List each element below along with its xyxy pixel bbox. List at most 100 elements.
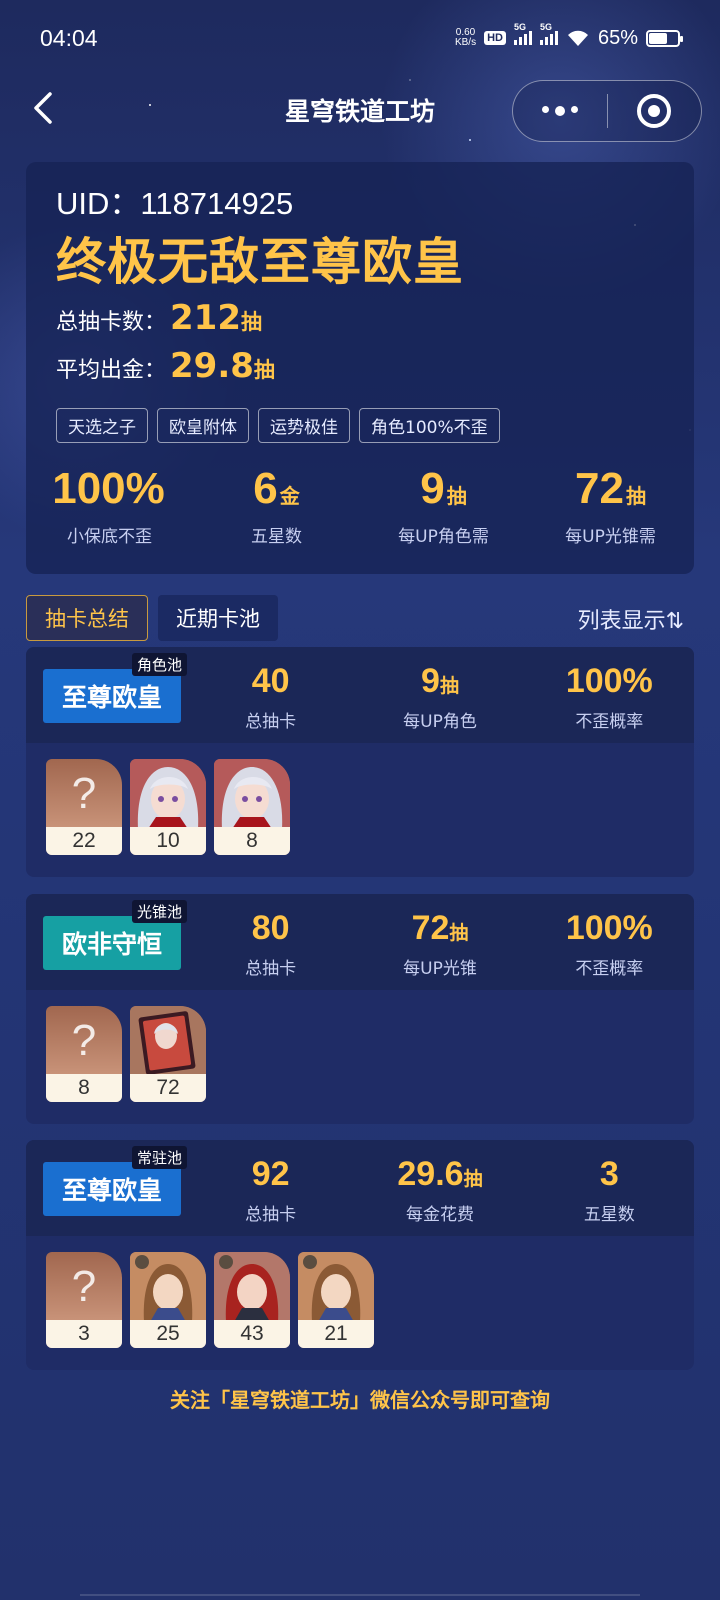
pool-stat-label: 每UP角色	[403, 712, 477, 732]
pool-stat: 40 总抽卡	[186, 661, 355, 732]
close-mini-program-icon[interactable]	[608, 94, 702, 128]
pool-card-character[interactable]: 至尊欧皇 角色池 40 总抽卡 9抽 每UP角色 100% 不歪概率 ? 22 10 8	[26, 647, 694, 877]
pool-stat-label: 每金花费	[405, 1205, 474, 1225]
signal-icon: 5G	[539, 22, 558, 45]
pool-stat-label: 五星数	[583, 1205, 635, 1225]
battery-percent: 65%	[597, 26, 638, 49]
pool-stats: 40 总抽卡 9抽每UP角色 100% 不歪概率	[186, 661, 694, 732]
draw-history: ? 8 72	[26, 990, 694, 1102]
five-star-draw-card[interactable]: 21	[298, 1252, 374, 1348]
pool-stats: 92 总抽卡 29.6抽每金花费 3 五星数	[186, 1154, 694, 1225]
network-speed: 0.60 KB/s	[455, 28, 476, 48]
pool-stat-label: 总抽卡	[245, 959, 297, 979]
total-draws-value: 212	[170, 298, 241, 338]
pool-stat: 3 五星数	[525, 1154, 694, 1225]
signal-type-label: 5G	[513, 22, 526, 32]
draw-history: ? 22 10 8	[26, 743, 694, 855]
pool-stat-label: 不歪概率	[575, 712, 644, 732]
character-brown-hair-portrait	[298, 1252, 374, 1322]
pool-stat-label: 不歪概率	[575, 959, 644, 979]
draw-count: 10	[130, 827, 206, 855]
summary-stat-label: 每UP角色需	[398, 527, 489, 547]
list-display-toggle[interactable]: 列表显示⇅	[578, 603, 684, 635]
draw-count: 3	[46, 1320, 122, 1348]
pool-stat-value: 40	[251, 662, 290, 700]
summary-stat-unit: 抽	[446, 486, 467, 508]
pool-header: 欧非守恒 光锥池 80 总抽卡 72抽 每UP光锥 100% 不歪概率	[26, 894, 694, 990]
pool-stat-value: 29.6	[397, 1155, 464, 1193]
pool-stat-label: 每UP光锥	[403, 959, 477, 979]
pool-type-label: 光锥池	[132, 900, 188, 923]
character-silver-hair-portrait	[130, 759, 206, 829]
tab-recent-pools[interactable]: 近期卡池	[158, 595, 278, 641]
summary-stat: 6金 五星数	[193, 462, 360, 547]
draw-count: 72	[130, 1074, 206, 1102]
pool-stats: 80 总抽卡 72抽 每UP光锥 100% 不歪概率	[186, 908, 694, 979]
total-draws-label: 总抽卡数：	[56, 310, 167, 335]
mini-program-capsule	[512, 80, 702, 142]
average-gold: 平均出金： 29.8抽	[56, 346, 275, 386]
more-options-icon[interactable]	[513, 106, 607, 116]
pool-stat: 100% 不歪概率	[525, 661, 694, 732]
unknown-draw-card[interactable]: ? 22	[46, 759, 122, 855]
character-brown-hair-portrait	[130, 1252, 206, 1322]
pool-stat: 80 总抽卡	[186, 908, 355, 979]
status-bar: 04:04 0.60 KB/s HD 5G 5G 65%	[0, 0, 720, 76]
network-speed-unit: KB/s	[454, 37, 477, 48]
tab-draw-summary[interactable]: 抽卡总结	[26, 595, 148, 641]
pool-stat-value: 100%	[565, 909, 653, 947]
draw-history: ? 3 25 43 21	[26, 1236, 694, 1348]
unknown-draw-card[interactable]: ? 8	[46, 1006, 122, 1102]
pool-rating-badge: 至尊欧皇	[43, 1162, 181, 1216]
pool-header: 至尊欧皇 角色池 40 总抽卡 9抽 每UP角色 100% 不歪概率	[26, 647, 694, 743]
footer-notice: 关注「星穹铁道工坊」微信公众号即可查询	[170, 1388, 550, 1412]
tag: 角色100%不歪	[359, 408, 500, 443]
pool-type-label: 角色池	[132, 653, 188, 676]
summary-stat: 72 抽 每UP光锥需	[527, 462, 694, 547]
pool-stat-unit: 抽	[449, 923, 469, 944]
pool-card-light-cone[interactable]: 欧非守恒 光锥池 80 总抽卡 72抽 每UP光锥 100% 不歪概率 ? 8 72	[26, 894, 694, 1124]
pool-stat: 92 总抽卡	[186, 1154, 355, 1225]
tag: 天选之子	[56, 408, 148, 443]
bottom-edge	[80, 1594, 640, 1600]
draw-count: 8	[46, 1074, 122, 1102]
five-star-draw-card[interactable]: 72	[130, 1006, 206, 1102]
summary-stat-label: 五星数	[251, 527, 302, 547]
character-silver-hair-portrait	[214, 759, 290, 829]
pool-stat: 9抽每UP角色	[355, 661, 524, 732]
total-draws-unit: 抽	[241, 310, 262, 334]
five-star-draw-card[interactable]: 8	[214, 759, 290, 855]
unknown-draw-card[interactable]: ? 3	[46, 1252, 122, 1348]
summary-stat: 9抽 每UP角色需	[360, 462, 527, 547]
pool-stat-value: 9	[421, 662, 440, 700]
pool-stat: 72抽 每UP光锥	[355, 908, 524, 979]
tag: 运势极佳	[258, 408, 350, 443]
signal-type-label: 5G	[539, 22, 552, 32]
pool-stat-unit: 抽	[439, 676, 459, 697]
draw-count: 21	[298, 1320, 374, 1348]
summary-stat-unit: 抽	[625, 486, 646, 508]
question-mark-icon: ?	[71, 769, 97, 818]
five-star-draw-card[interactable]: 43	[214, 1252, 290, 1348]
pool-stat: 100% 不歪概率	[525, 908, 694, 979]
pool-type-label: 常驻池	[132, 1146, 188, 1169]
pool-card-standard[interactable]: 至尊欧皇 常驻池 92 总抽卡 29.6抽 每金花费 3 五星数 ? 3 25 43 21	[26, 1140, 694, 1370]
summary-stat-unit: 金	[279, 486, 300, 508]
clock: 04:04	[40, 24, 98, 51]
signal-icon: 5G	[513, 22, 532, 45]
pool-stat-unit: 抽	[463, 1169, 483, 1190]
uid-label: UID：	[56, 186, 141, 221]
draw-count: 22	[46, 827, 122, 855]
battery-icon	[646, 29, 683, 47]
average-gold-unit: 抽	[253, 358, 275, 382]
summary-stat-value: 6	[253, 464, 278, 513]
five-star-draw-card[interactable]: 10	[130, 759, 206, 855]
five-star-draw-card[interactable]: 25	[130, 1252, 206, 1348]
pool-stat-label: 总抽卡	[245, 712, 297, 732]
summary-stat: 100% 小保底不歪	[26, 462, 193, 547]
summary-stats: 100% 小保底不歪 6金 五星数 9抽 每UP角色需 72 抽 每UP光锥需	[26, 462, 694, 547]
question-mark-icon: ?	[71, 1016, 97, 1065]
summary-stat-label: 小保底不歪	[67, 527, 152, 547]
draw-count: 25	[130, 1320, 206, 1348]
question-mark-icon: ?	[71, 1262, 97, 1311]
